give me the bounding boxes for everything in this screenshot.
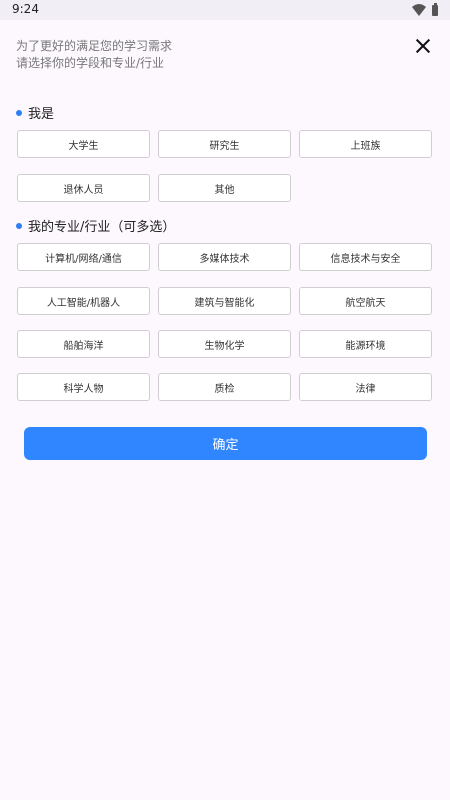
option-major-aerospace[interactable]: 航空航天 (299, 287, 432, 315)
intro-text: 为了更好的满足您的学习需求 请选择你的学段和专业/行业 (16, 38, 172, 72)
option-major-marine[interactable]: 船舶海洋 (17, 330, 150, 358)
intro-line-2: 请选择你的学段和专业/行业 (16, 56, 165, 70)
intro-line-1: 为了更好的满足您的学习需求 (16, 39, 173, 53)
option-major-scientists[interactable]: 科学人物 (17, 373, 150, 401)
battery-icon (432, 2, 438, 16)
option-major-info-security[interactable]: 信息技术与安全 (299, 243, 432, 271)
confirm-button[interactable]: 确定 (24, 427, 427, 460)
option-identity-graduate[interactable]: 研究生 (158, 130, 291, 158)
option-major-computer-network[interactable]: 计算机/网络/通信 (17, 243, 150, 271)
option-identity-other[interactable]: 其他 (158, 174, 291, 202)
option-identity-college[interactable]: 大学生 (17, 130, 150, 158)
option-major-biochemistry[interactable]: 生物化学 (158, 330, 291, 358)
section-major-label: 我的专业/行业（可多选） (28, 220, 176, 235)
option-major-architecture[interactable]: 建筑与智能化 (158, 287, 291, 315)
option-major-quality-inspection[interactable]: 质检 (158, 373, 291, 401)
option-major-ai-robotics[interactable]: 人工智能/机器人 (17, 287, 150, 315)
section-identity-title: 我是 (16, 103, 54, 122)
section-major-title: 我的专业/行业（可多选） (16, 216, 175, 235)
status-icons (412, 2, 438, 16)
option-major-multimedia[interactable]: 多媒体技术 (158, 243, 291, 271)
status-time: 9:24 (12, 2, 39, 16)
option-identity-office-worker[interactable]: 上班族 (299, 130, 432, 158)
close-icon[interactable] (413, 36, 433, 56)
section-identity-label: 我是 (28, 107, 55, 122)
option-major-law[interactable]: 法律 (299, 373, 432, 401)
section-bullet-dot (16, 222, 22, 229)
wifi-icon (412, 4, 426, 16)
section-bullet-dot (16, 109, 22, 116)
option-identity-retired[interactable]: 退休人员 (17, 174, 150, 202)
status-bar: 9:24 (0, 0, 450, 20)
option-major-energy-environment[interactable]: 能源环境 (299, 330, 432, 358)
